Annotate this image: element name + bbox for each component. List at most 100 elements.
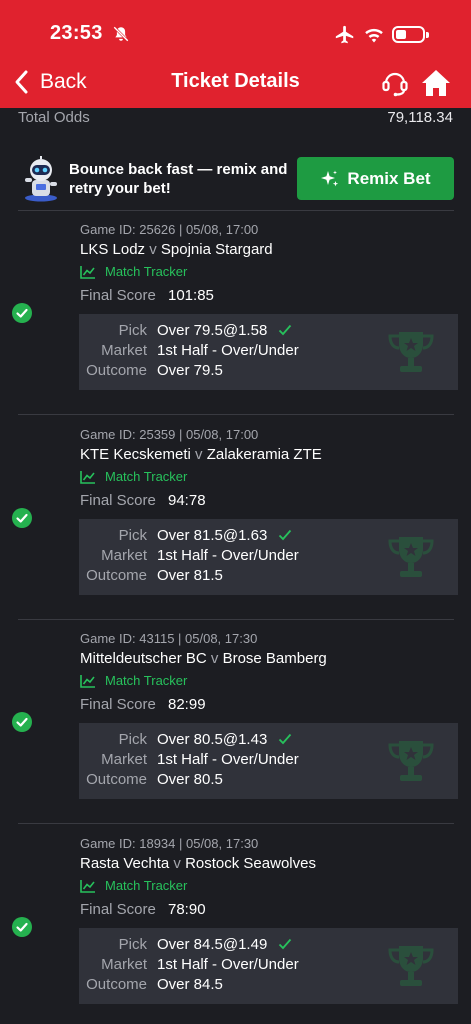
total-odds-value: 79,118.34 xyxy=(387,109,453,126)
versus-label: v xyxy=(195,446,203,463)
remix-bet-label: Remix Bet xyxy=(347,168,431,188)
outcome-label: Outcome xyxy=(86,567,147,584)
outcome-value: Over 79.5 xyxy=(157,362,223,379)
remix-banner: Bounce back fast — remix and retry your … xyxy=(0,150,471,208)
divider xyxy=(18,619,454,620)
versus-label: v xyxy=(210,650,219,667)
home-team: Rasta Vechta xyxy=(80,855,170,872)
home-icon[interactable] xyxy=(420,68,452,98)
versus-label: v xyxy=(149,241,157,258)
chart-line-icon xyxy=(80,470,95,484)
remix-bet-button[interactable]: Remix Bet xyxy=(297,157,454,200)
bet-card: Game ID: 25359 | 05/08, 17:00 KTE Kecske… xyxy=(0,417,471,621)
pick-label: Pick xyxy=(118,322,147,339)
check-icon xyxy=(278,938,292,950)
total-odds-row: Total Odds 79,118.34 xyxy=(0,108,471,132)
outcome-label: Outcome xyxy=(86,771,147,788)
won-check-icon xyxy=(12,303,32,323)
bet-card: Game ID: 43115 | 05/08, 17:30 Mitteldeut… xyxy=(0,621,471,825)
market-value: 1st Half - Over/Under xyxy=(157,956,299,973)
match-tracker-label: Match Tracker xyxy=(105,878,188,893)
outcome-label: Outcome xyxy=(86,362,147,379)
away-team: Brose Bamberg xyxy=(222,650,327,667)
home-team: KTE Kecskemeti xyxy=(80,446,191,463)
market-label: Market xyxy=(101,956,147,973)
outcome-value: Over 80.5 xyxy=(157,771,223,788)
final-score-value: 78:90 xyxy=(168,901,206,918)
trophy-icon xyxy=(388,946,434,986)
pick-value: Over 81.5@1.63 xyxy=(157,527,268,544)
game-info: Game ID: 18934 | 05/08, 17:30 xyxy=(80,836,259,851)
selection-details: Pick Over 80.5@1.43 Market 1st Half - Ov… xyxy=(79,723,458,799)
game-info: Game ID: 25626 | 05/08, 17:00 xyxy=(80,222,259,237)
match-tracker-label: Match Tracker xyxy=(105,264,188,279)
match-teams: LKS Lodz v Spojnia Stargard xyxy=(80,241,273,258)
game-info: Game ID: 25359 | 05/08, 17:00 xyxy=(80,427,259,442)
match-tracker-link[interactable]: Match Tracker xyxy=(80,264,187,279)
final-score-label: Final Score xyxy=(80,492,156,509)
selection-details: Pick Over 79.5@1.58 Market 1st Half - Ov… xyxy=(79,314,458,390)
sparkle-icon xyxy=(321,170,339,186)
divider xyxy=(18,210,454,211)
won-check-icon xyxy=(12,712,32,732)
total-odds-label: Total Odds xyxy=(18,109,90,126)
versus-label: v xyxy=(173,855,181,872)
pick-value: Over 80.5@1.43 xyxy=(157,731,268,748)
check-icon xyxy=(278,733,292,745)
divider xyxy=(18,823,454,824)
pick-value: Over 79.5@1.58 xyxy=(157,322,268,339)
match-teams: KTE Kecskemeti v Zalakeramia ZTE xyxy=(80,446,322,463)
home-team: Mitteldeutscher BC xyxy=(80,650,207,667)
airplane-icon xyxy=(335,25,354,44)
final-score-value: 94:78 xyxy=(168,492,206,509)
game-info: Game ID: 43115 | 05/08, 17:30 xyxy=(80,631,258,646)
navigation-bar: Back Ticket Details xyxy=(0,64,471,104)
chart-line-icon xyxy=(80,879,95,893)
check-icon xyxy=(278,324,292,336)
status-time: 23:53 xyxy=(50,22,103,44)
pick-label: Pick xyxy=(118,731,147,748)
headset-support-icon[interactable] xyxy=(380,68,410,98)
market-label: Market xyxy=(101,547,147,564)
chart-line-icon xyxy=(80,674,95,688)
app-header: 23:53 Back Ticket Details xyxy=(0,0,471,108)
final-score-value: 101:85 xyxy=(168,287,214,304)
market-label: Market xyxy=(101,342,147,359)
check-icon xyxy=(278,529,292,541)
pick-value: Over 84.5@1.49 xyxy=(157,936,268,953)
bell-muted-icon xyxy=(113,26,129,42)
match-tracker-link[interactable]: Match Tracker xyxy=(80,673,187,688)
bet-card: Game ID: 18934 | 05/08, 17:30 Rasta Vech… xyxy=(0,826,471,1024)
divider xyxy=(18,414,454,415)
match-teams: Rasta Vechta v Rostock Seawolves xyxy=(80,855,316,872)
bet-card: Game ID: 25626 | 05/08, 17:00 LKS Lodz v… xyxy=(0,212,471,416)
away-team: Zalakeramia ZTE xyxy=(206,446,322,463)
trophy-icon xyxy=(388,741,434,781)
chart-line-icon xyxy=(80,265,95,279)
final-score-label: Final Score xyxy=(80,901,156,918)
final-score-label: Final Score xyxy=(80,696,156,713)
market-value: 1st Half - Over/Under xyxy=(157,751,299,768)
match-tracker-link[interactable]: Match Tracker xyxy=(80,878,187,893)
won-check-icon xyxy=(12,508,32,528)
market-value: 1st Half - Over/Under xyxy=(157,342,299,359)
selection-details: Pick Over 84.5@1.49 Market 1st Half - Ov… xyxy=(79,928,458,1004)
trophy-icon xyxy=(388,332,434,372)
match-tracker-label: Match Tracker xyxy=(105,673,188,688)
status-bar: 23:53 xyxy=(0,22,471,48)
final-score-value: 82:99 xyxy=(168,696,206,713)
selection-details: Pick Over 81.5@1.63 Market 1st Half - Ov… xyxy=(79,519,458,595)
final-score-label: Final Score xyxy=(80,287,156,304)
market-label: Market xyxy=(101,751,147,768)
match-teams: Mitteldeutscher BC v Brose Bamberg xyxy=(80,650,327,667)
outcome-value: Over 84.5 xyxy=(157,976,223,993)
pick-label: Pick xyxy=(118,936,147,953)
market-value: 1st Half - Over/Under xyxy=(157,547,299,564)
away-team: Spojnia Stargard xyxy=(160,241,273,258)
battery-icon xyxy=(392,26,429,43)
match-tracker-link[interactable]: Match Tracker xyxy=(80,469,187,484)
home-team: LKS Lodz xyxy=(80,241,146,258)
remix-message: Bounce back fast — remix and retry your … xyxy=(69,161,288,197)
trophy-icon xyxy=(388,537,434,577)
away-team: Rostock Seawolves xyxy=(185,855,316,872)
